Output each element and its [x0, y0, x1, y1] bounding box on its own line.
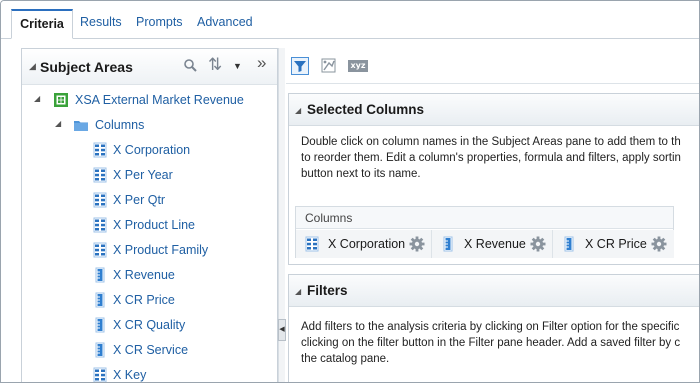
selected-column-chip[interactable]: X Corporation — [296, 230, 432, 258]
filter-icon[interactable] — [291, 57, 309, 75]
tree-expanded-icon[interactable]: ◢ — [55, 119, 61, 128]
gear-icon[interactable] — [650, 235, 668, 253]
column-label: X Key — [113, 368, 147, 382]
tree-item-column[interactable]: X CR Price — [22, 289, 277, 311]
tree-item-column[interactable]: X Product Family — [22, 239, 277, 261]
subject-areas-header: ◢ Subject Areas ⇅ ▼ » — [22, 49, 277, 85]
column-label: X CR Service — [113, 343, 189, 357]
selected-columns-section: ◢ Selected Columns Double click on colum… — [288, 93, 699, 265]
attribute-icon — [304, 236, 320, 252]
column-label: X CR Quality — [113, 318, 186, 332]
selected-columns-header[interactable]: ◢ Selected Columns — [289, 94, 699, 126]
xyz-icon[interactable]: xyz — [348, 60, 368, 72]
column-label: X Revenue — [113, 268, 175, 282]
attribute-icon — [92, 217, 108, 233]
folder-label: Columns — [95, 118, 145, 132]
columns-group-label: Columns — [296, 207, 673, 229]
subject-areas-pane: ◢ Subject Areas ⇅ ▼ » ◢ XSA External Mar… — [21, 48, 278, 382]
tab-criteria[interactable]: Criteria — [11, 9, 73, 39]
tab-bar: Criteria Results Prompts Advanced — [1, 1, 699, 39]
tree-item-column[interactable]: X Product Line — [22, 214, 277, 236]
edit-formula-icon[interactable] — [320, 57, 338, 75]
tree-item-column[interactable]: X Key — [22, 364, 277, 382]
column-label: X Product Line — [113, 218, 195, 232]
tree-item-column[interactable]: X Per Year — [22, 164, 277, 186]
tree-item-column[interactable]: X CR Quality — [22, 314, 277, 336]
description-line: Double click on column names in the Subj… — [301, 136, 681, 148]
selected-columns-description: Double click on column names in the Subj… — [301, 134, 699, 182]
description-line: to reorder them. Edit a column's propert… — [301, 152, 681, 164]
sort-dropdown-icon[interactable]: ▼ — [233, 61, 242, 71]
selected-column-label: X Corporation — [328, 237, 406, 251]
tree-expanded-icon[interactable]: ◢ — [34, 94, 40, 103]
attribute-icon — [92, 192, 108, 208]
column-label: X Product Family — [113, 243, 209, 257]
subject-area-label: XSA External Market Revenue — [75, 93, 244, 107]
tree-item-column[interactable]: X CR Service — [22, 339, 277, 361]
column-label: X Per Qtr — [113, 193, 166, 207]
selected-columns-title: Selected Columns — [307, 102, 425, 117]
description-line: Add filters to the analysis criteria by … — [301, 321, 680, 333]
description-line: the catalog pane. — [301, 353, 390, 365]
column-label: X Corporation — [113, 143, 191, 157]
criteria-workspace: xyz ◢ Selected Columns Double click on c… — [286, 48, 699, 382]
attribute-icon — [92, 367, 108, 382]
tab-results[interactable]: Results — [80, 9, 122, 39]
selected-column-chip[interactable]: X CR Price — [553, 230, 674, 258]
tab-advanced[interactable]: Advanced — [197, 9, 253, 39]
subject-area-icon — [53, 92, 69, 108]
measure-icon — [561, 236, 577, 252]
gear-icon[interactable] — [529, 235, 547, 253]
tree-item-subject-area[interactable]: ◢ XSA External Market Revenue — [22, 89, 277, 111]
folder-icon — [73, 117, 89, 133]
tree-item-columns-folder[interactable]: ◢ Columns — [22, 114, 277, 136]
collapse-triangle-icon[interactable]: ◢ — [295, 106, 301, 115]
selected-columns-box: Columns X Corporation X Revenue X CR Pri… — [295, 206, 674, 258]
measure-icon — [92, 267, 108, 283]
search-icon[interactable] — [183, 58, 199, 74]
subject-areas-title: Subject Areas — [40, 59, 133, 75]
filters-header[interactable]: ◢ Filters — [289, 275, 699, 307]
collapse-triangle-icon[interactable]: ◢ — [29, 61, 36, 72]
column-label: X Per Year — [113, 168, 173, 182]
description-line: clicking on the filter button in the Fil… — [301, 337, 681, 349]
attribute-icon — [92, 142, 108, 158]
selected-column-chip[interactable]: X Revenue — [432, 230, 553, 258]
tree-item-column[interactable]: X Revenue — [22, 264, 277, 286]
selected-column-label: X CR Price — [585, 237, 647, 251]
attribute-icon — [92, 167, 108, 183]
filters-title: Filters — [307, 283, 348, 298]
gear-icon[interactable] — [408, 235, 426, 253]
column-label: X CR Price — [113, 293, 175, 307]
measure-icon — [92, 342, 108, 358]
measure-icon — [92, 292, 108, 308]
attribute-icon — [92, 242, 108, 258]
criteria-toolbar: xyz — [286, 48, 699, 84]
collapse-triangle-icon[interactable]: ◢ — [295, 287, 301, 296]
filters-section: ◢ Filters Add filters to the analysis cr… — [288, 274, 699, 382]
expand-pane-icon[interactable]: » — [257, 53, 266, 73]
sort-icon[interactable]: ⇅ — [208, 55, 222, 75]
measure-icon — [440, 236, 456, 252]
selected-column-label: X Revenue — [464, 237, 526, 251]
measure-icon — [92, 317, 108, 333]
tree-item-column[interactable]: X Corporation — [22, 139, 277, 161]
collapse-pane-icon[interactable]: ◀ — [278, 319, 286, 341]
tree-item-column[interactable]: X Per Qtr — [22, 189, 277, 211]
description-line: button next to its name. — [301, 168, 421, 180]
analysis-editor: Criteria Results Prompts Advanced ◢ Subj… — [0, 0, 700, 383]
filters-description: Add filters to the analysis criteria by … — [301, 319, 699, 367]
tab-prompts[interactable]: Prompts — [136, 9, 183, 39]
